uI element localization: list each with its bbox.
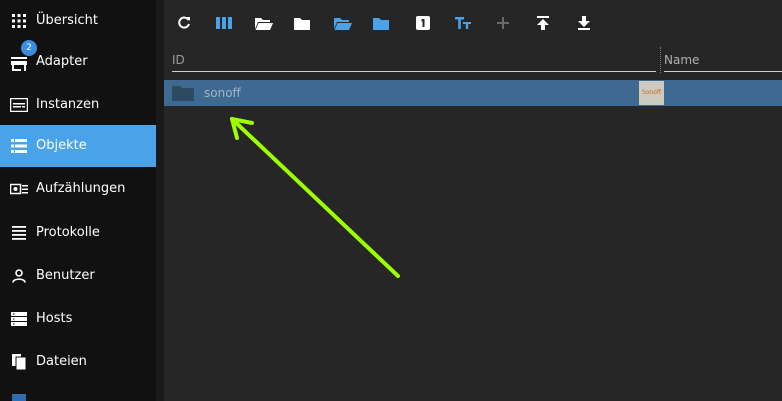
folder-icon[interactable] xyxy=(292,13,312,33)
sidebar-item-label: Hosts xyxy=(36,311,73,326)
download-icon[interactable] xyxy=(574,13,594,33)
folder-open-blue-icon[interactable] xyxy=(333,13,353,33)
grid-icon xyxy=(10,12,28,30)
store-icon xyxy=(10,55,28,73)
sidebar-item-protokolle[interactable]: Protokolle xyxy=(0,212,156,254)
sidebar-item-instanzen[interactable]: Instanzen xyxy=(0,84,156,126)
files-icon xyxy=(10,353,28,371)
enum-icon xyxy=(10,180,28,198)
column-separator[interactable] xyxy=(660,47,661,73)
sidebar-item-label: Objekte xyxy=(36,138,87,153)
sidebar-item-label: Dateien xyxy=(36,354,87,369)
column-name-filter-line xyxy=(664,71,782,72)
sidebar-item-aufzaehlungen[interactable]: Aufzählungen xyxy=(0,168,156,210)
sidebar-item-label: Aufzählungen xyxy=(36,181,126,196)
column-header-id[interactable]: ID xyxy=(172,53,185,67)
sidebar-item-label: Übersicht xyxy=(36,13,98,28)
sidebar-item-label: Instanzen xyxy=(36,97,100,112)
text-size-icon[interactable] xyxy=(453,13,473,33)
sidebar-item-objekte[interactable]: Objekte xyxy=(0,125,156,167)
sidebar-divider xyxy=(156,0,164,401)
sidebar: Übersicht Adapter 2 Instanzen Objekte Au… xyxy=(0,0,156,401)
table-row[interactable]: sonoff Sonoff xyxy=(164,80,782,106)
row-id-label: sonoff xyxy=(204,86,241,100)
column-id-filter-line xyxy=(172,71,656,72)
folder-icon xyxy=(172,85,194,101)
plus-icon[interactable] xyxy=(493,13,513,33)
column-header-name[interactable]: Name xyxy=(664,53,699,67)
user-icon xyxy=(10,267,28,285)
list-icon xyxy=(10,137,28,155)
notification-badge: 2 xyxy=(21,40,37,56)
folder-open-icon[interactable] xyxy=(254,13,274,33)
sidebar-item-label: Adapter xyxy=(36,54,88,69)
sonoff-logo: Sonoff xyxy=(639,81,664,105)
hosts-icon xyxy=(10,310,28,328)
upload-icon[interactable] xyxy=(533,13,553,33)
sidebar-item-label: Benutzer xyxy=(36,268,95,283)
more-icon xyxy=(12,394,26,401)
folder-blue-icon[interactable] xyxy=(371,13,391,33)
one-icon[interactable] xyxy=(413,13,433,33)
instances-icon xyxy=(10,96,28,114)
sidebar-item-uebersicht[interactable]: Übersicht xyxy=(0,0,156,42)
refresh-icon[interactable] xyxy=(174,13,194,33)
sidebar-item-label: Protokolle xyxy=(36,225,100,240)
sidebar-item-benutzer[interactable]: Benutzer xyxy=(0,255,156,297)
sidebar-item-dateien[interactable]: Dateien xyxy=(0,341,156,383)
columns-icon[interactable] xyxy=(214,13,234,33)
log-icon xyxy=(10,224,28,242)
sidebar-item-hosts[interactable]: Hosts xyxy=(0,298,156,340)
